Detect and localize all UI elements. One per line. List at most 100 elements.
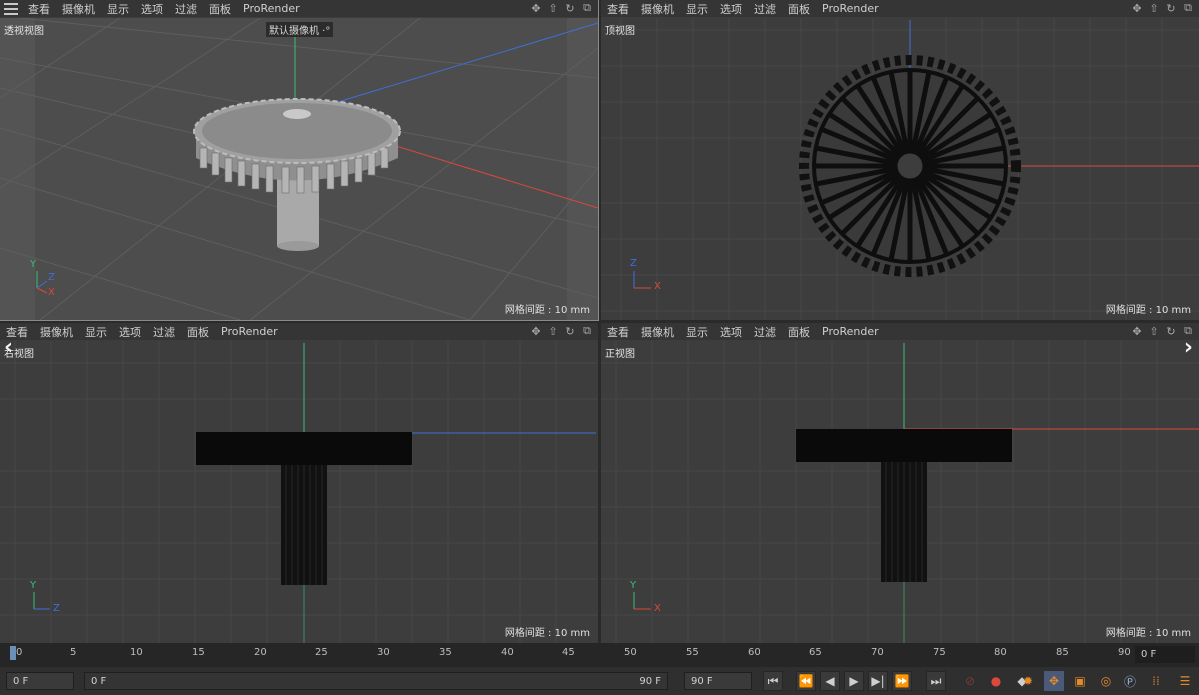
- menu-view[interactable]: 查看: [22, 1, 56, 17]
- autokey-icon[interactable]: ●: [986, 671, 1006, 691]
- menu-filter[interactable]: 过滤: [748, 324, 782, 340]
- viewport-canvas[interactable]: 顶视图 Z X 网格间距 : 10 mm: [601, 18, 1199, 320]
- viewport-right[interactable]: 查看 摄像机 显示 选项 过滤 面板 ProRender ✥ ⇧ ↻ ⧉ 右视图…: [0, 323, 598, 643]
- menu-panel[interactable]: 面板: [203, 1, 237, 17]
- timeline-layout-icon[interactable]: ⁞⁞: [1146, 671, 1166, 691]
- range-start-label: 0 F: [91, 676, 107, 687]
- menu-display[interactable]: 显示: [680, 324, 714, 340]
- axis-x-label: X: [654, 603, 661, 614]
- zoom-view-icon[interactable]: ⇧: [546, 324, 560, 338]
- grid-spacing: 网格间距 : 10 mm: [504, 628, 590, 639]
- menu-camera[interactable]: 摄像机: [56, 1, 101, 17]
- viewport-canvas[interactable]: 右视图 Y Z 网格间距 : 10 mm ‹: [0, 335, 598, 643]
- axis-z-label: Z: [630, 258, 637, 269]
- menu-view[interactable]: 查看: [601, 324, 635, 340]
- timeline-ruler[interactable]: 0 5 10 15 20 25 30 35 40 45 50 55 60 65 …: [0, 643, 1199, 667]
- tick-label: 65: [809, 647, 822, 658]
- zoom-view-icon[interactable]: ⇧: [1147, 1, 1161, 15]
- menu-prorender[interactable]: ProRender: [237, 2, 306, 15]
- grid-spacing: 网格间距 : 10 mm: [504, 305, 590, 316]
- start-frame-field[interactable]: 0 F: [6, 672, 74, 690]
- menu-panel[interactable]: 面板: [782, 1, 816, 17]
- tick-label: 30: [377, 647, 390, 658]
- maximize-view-icon[interactable]: ⧉: [580, 324, 594, 338]
- tick-label: 55: [686, 647, 699, 658]
- menu-options[interactable]: 选项: [113, 324, 147, 340]
- tick-label: 35: [439, 647, 452, 658]
- menu-icon[interactable]: [4, 2, 18, 15]
- play-icon[interactable]: ▶: [844, 671, 864, 691]
- rotate-view-icon[interactable]: ↻: [563, 1, 577, 15]
- menu-options[interactable]: 选项: [714, 324, 748, 340]
- menu-camera[interactable]: 摄像机: [34, 324, 79, 340]
- timeline-track[interactable]: 0 5 10 15 20 25 30 35 40 45 50 55 60 65 …: [12, 647, 1131, 663]
- menu-panel[interactable]: 面板: [782, 324, 816, 340]
- menu-filter[interactable]: 过滤: [147, 324, 181, 340]
- menu-panel[interactable]: 面板: [181, 324, 215, 340]
- maximize-view-icon[interactable]: ⧉: [580, 1, 594, 15]
- record-icon[interactable]: ⊘: [960, 671, 980, 691]
- prev-key-icon[interactable]: ⏪: [796, 671, 816, 691]
- rotate-key-icon[interactable]: ▣: [1070, 671, 1090, 691]
- range-end-label: 90 F: [639, 676, 661, 687]
- tick-label: 10: [130, 647, 143, 658]
- current-frame-field[interactable]: 0 F: [1135, 646, 1195, 663]
- menu-display[interactable]: 显示: [680, 1, 714, 17]
- menu-prorender[interactable]: ProRender: [816, 325, 885, 338]
- prev-frame-icon[interactable]: ◀: [820, 671, 840, 691]
- move-key-icon[interactable]: ✹: [1018, 671, 1038, 691]
- menu-display[interactable]: 显示: [101, 1, 135, 17]
- move-view-icon[interactable]: ✥: [529, 1, 543, 15]
- pla-icon[interactable]: Ⓟ: [1120, 671, 1140, 691]
- animation-toolbar: 0 F 0 F 90 F 90 F ⏮ ⏪ ◀ ▶ ▶| ⏩ ⏭ ⊘ ● ◆ ✹…: [0, 667, 1199, 695]
- menu-options[interactable]: 选项: [714, 1, 748, 17]
- menu-camera[interactable]: 摄像机: [635, 1, 680, 17]
- end-frame-field[interactable]: 90 F: [684, 672, 752, 690]
- rotate-view-icon[interactable]: ↻: [563, 324, 577, 338]
- menu-bars-icon[interactable]: ☰: [1175, 671, 1195, 691]
- axis-z-label: Z: [53, 603, 60, 614]
- maximize-view-icon[interactable]: ⧉: [1181, 1, 1195, 15]
- menu-prorender[interactable]: ProRender: [816, 2, 885, 15]
- move-view-icon[interactable]: ✥: [1130, 1, 1144, 15]
- next-key-icon[interactable]: ⏩: [892, 671, 912, 691]
- zoom-view-icon[interactable]: ⇧: [1147, 324, 1161, 338]
- preview-range-slider[interactable]: 0 F 90 F: [84, 672, 668, 690]
- axis-x-label: X: [48, 287, 55, 298]
- zoom-view-icon[interactable]: ⇧: [546, 1, 560, 15]
- playhead[interactable]: [10, 646, 16, 660]
- viewport-label: 透视视图: [4, 26, 44, 37]
- axis-y-label: Y: [30, 259, 37, 270]
- next-frame-icon[interactable]: ▶|: [868, 671, 888, 691]
- rotate-view-icon[interactable]: ↻: [1164, 1, 1178, 15]
- viewport-perspective[interactable]: 查看 摄像机 显示 选项 过滤 面板 ProRender ✥ ⇧ ↻ ⧉ 透视视…: [0, 0, 599, 321]
- tick-label: 0: [16, 647, 23, 658]
- axis-y-label: Y: [30, 580, 37, 591]
- camera-label[interactable]: 默认摄像机 ·°: [266, 22, 334, 37]
- prev-arrow-icon[interactable]: ‹: [4, 335, 13, 360]
- viewport-top[interactable]: 查看 摄像机 显示 选项 过滤 面板 ProRender ✥ ⇧ ↻ ⧉ 顶视图…: [601, 0, 1199, 320]
- next-arrow-icon[interactable]: ›: [1184, 335, 1193, 360]
- move-view-icon[interactable]: ✥: [1130, 324, 1144, 338]
- first-frame-icon[interactable]: ⏮: [763, 671, 783, 691]
- menu-filter[interactable]: 过滤: [169, 1, 203, 17]
- menu-view[interactable]: 查看: [601, 1, 635, 17]
- viewport-front[interactable]: 查看 摄像机 显示 选项 过滤 面板 ProRender ✥ ⇧ ↻ ⧉ 正视图…: [601, 323, 1199, 643]
- tick-label: 20: [254, 647, 267, 658]
- tick-label: 5: [70, 647, 77, 658]
- viewport-canvas[interactable]: 正视图 Y X 网格间距 : 10 mm ›: [601, 335, 1199, 643]
- menu-filter[interactable]: 过滤: [748, 1, 782, 17]
- menu-prorender[interactable]: ProRender: [215, 325, 284, 338]
- axis-z-label: Z: [48, 272, 55, 283]
- scale-key-icon[interactable]: ✥: [1044, 671, 1064, 691]
- menu-options[interactable]: 选项: [135, 1, 169, 17]
- viewport-canvas[interactable]: 透视视图 默认摄像机 ·° Y Z X 网格间距 : 10 mm: [0, 18, 598, 320]
- menu-display[interactable]: 显示: [79, 324, 113, 340]
- menu-camera[interactable]: 摄像机: [635, 324, 680, 340]
- tick-label: 80: [994, 647, 1007, 658]
- last-frame-icon[interactable]: ⏭: [926, 671, 946, 691]
- parameter-key-icon[interactable]: ◎: [1096, 671, 1116, 691]
- move-view-icon[interactable]: ✥: [529, 324, 543, 338]
- viewport-menubar: 查看 摄像机 显示 选项 过滤 面板 ProRender ✥ ⇧ ↻ ⧉: [0, 0, 598, 17]
- rotate-view-icon[interactable]: ↻: [1164, 324, 1178, 338]
